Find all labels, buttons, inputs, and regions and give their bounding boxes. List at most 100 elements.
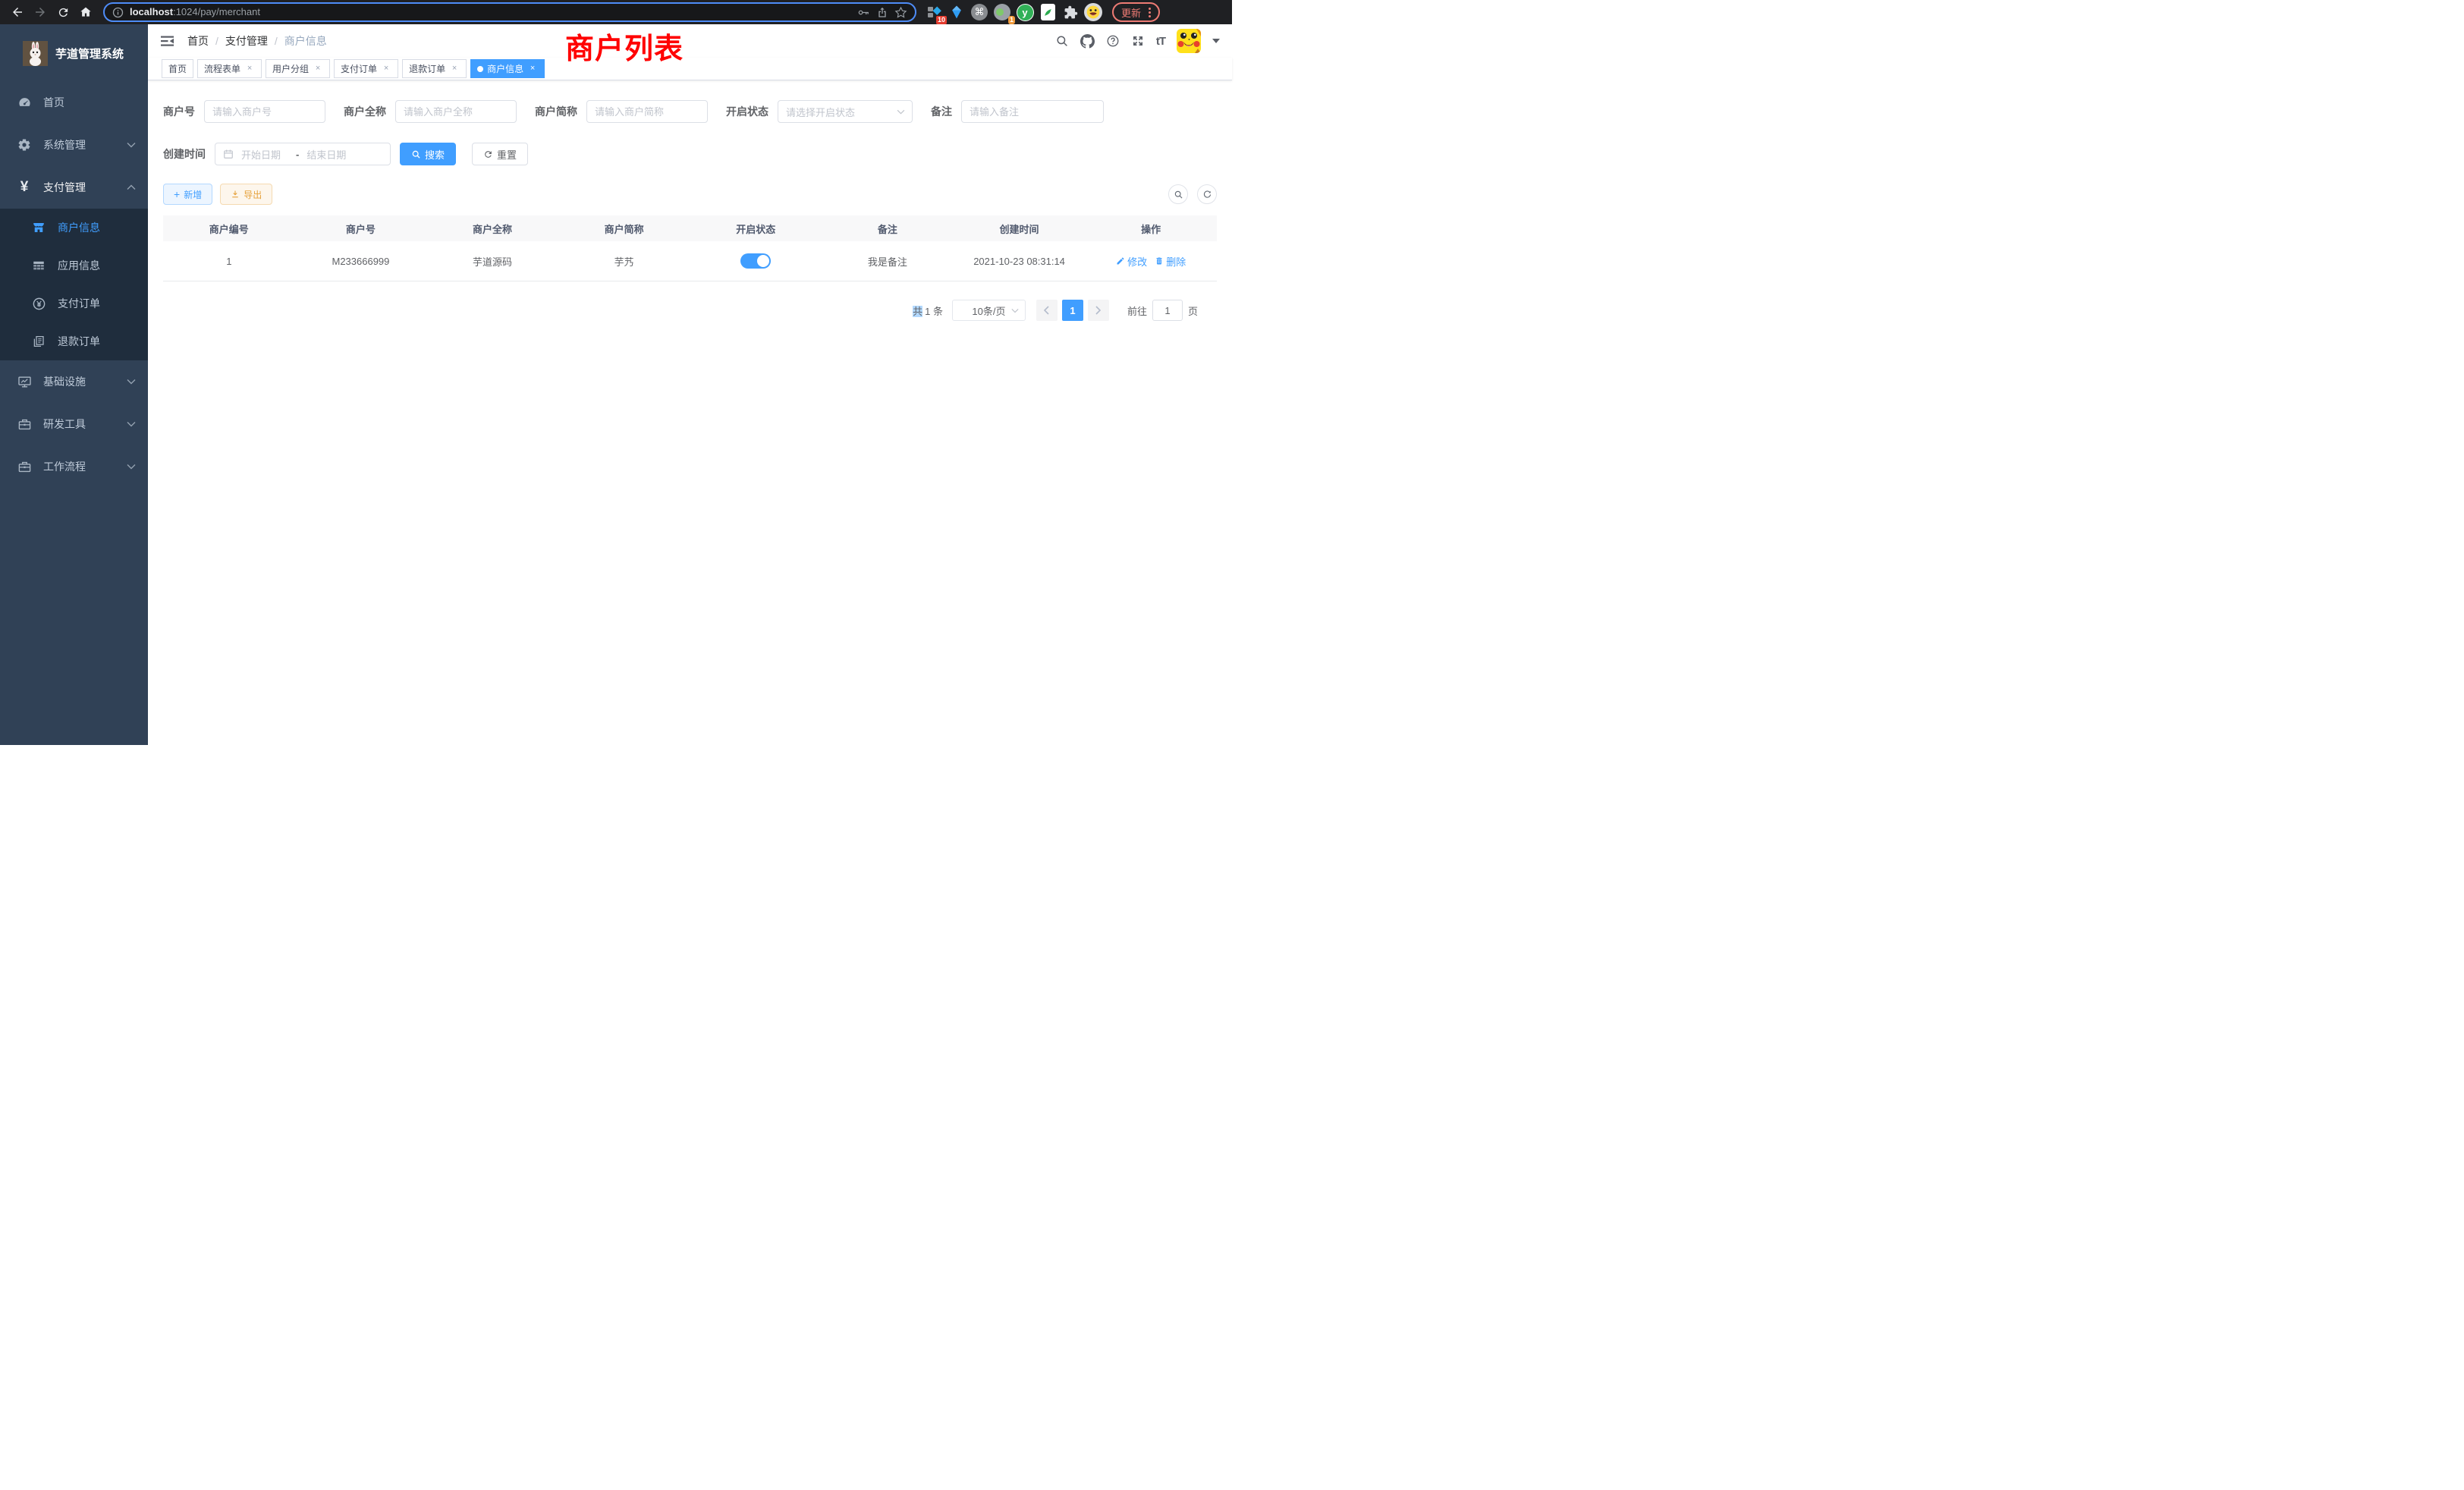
url-host: localhost bbox=[130, 6, 173, 17]
col-header: 操作 bbox=[1085, 222, 1217, 236]
prev-page-button[interactable] bbox=[1036, 300, 1058, 321]
add-button[interactable]: + 新增 bbox=[163, 184, 212, 205]
breadcrumb: 首页 / 支付管理 / 商户信息 bbox=[187, 33, 327, 49]
goto-label: 前往 bbox=[1127, 303, 1147, 318]
sidebar-item-infrastructure[interactable]: 基础设施 bbox=[0, 360, 148, 403]
tag-home[interactable]: 首页 bbox=[162, 59, 193, 78]
merchant-no-input[interactable] bbox=[204, 100, 325, 123]
search-icon[interactable] bbox=[1055, 34, 1069, 48]
fullscreen-icon[interactable] bbox=[1131, 34, 1145, 48]
create-time-range-picker[interactable]: 开始日期 - 结束日期 bbox=[215, 143, 391, 165]
extension-yuque-icon[interactable]: y bbox=[1015, 2, 1035, 22]
sidebar-item-label: 首页 bbox=[43, 95, 64, 110]
sidebar-item-home[interactable]: 首页 bbox=[0, 81, 148, 124]
tag-label: 商户信息 bbox=[487, 62, 523, 75]
tag-pay-order[interactable]: 支付订单 × bbox=[334, 59, 398, 78]
close-icon[interactable]: × bbox=[313, 64, 323, 74]
remark-label: 备注 bbox=[931, 104, 952, 119]
pagination-total-highlight: 共 bbox=[913, 306, 922, 317]
browser-update-button[interactable]: 更新 bbox=[1112, 2, 1160, 22]
remark-input[interactable] bbox=[961, 100, 1104, 123]
extension-command-icon[interactable]: ⌘ bbox=[970, 2, 989, 22]
sidebar-item-refund-order[interactable]: 退款订单 bbox=[0, 322, 148, 360]
sidebar-submenu-payment: 商户信息 应用信息 支付订单 退款订单 bbox=[0, 209, 148, 360]
page-suffix-label: 页 bbox=[1188, 303, 1198, 318]
collapse-sidebar-icon[interactable] bbox=[160, 33, 175, 49]
col-header: 商户全称 bbox=[426, 222, 558, 236]
browser-menu-dots-icon[interactable] bbox=[1149, 8, 1151, 17]
breadcrumb-home[interactable]: 首页 bbox=[187, 33, 209, 49]
full-name-input[interactable] bbox=[395, 100, 517, 123]
refresh-table-button[interactable] bbox=[1197, 184, 1217, 204]
sidebar-item-system[interactable]: 系统管理 bbox=[0, 124, 148, 166]
github-icon[interactable] bbox=[1080, 34, 1095, 49]
extension-profile-icon[interactable]: 1 bbox=[992, 2, 1012, 22]
refund-order-icon bbox=[30, 335, 47, 348]
user-avatar[interactable] bbox=[1177, 29, 1201, 53]
pay-order-icon bbox=[30, 297, 47, 311]
font-size-icon[interactable]: tT bbox=[1156, 35, 1165, 48]
next-page-button[interactable] bbox=[1088, 300, 1109, 321]
merchant-table: 商户编号 商户号 商户全称 商户简称 开启状态 备注 创建时间 操作 1 M23… bbox=[163, 215, 1217, 281]
user-caret-down-icon[interactable] bbox=[1212, 39, 1220, 43]
cell-create-time: 2021-10-23 08:31:14 bbox=[954, 256, 1086, 267]
table-row: 1 M233666999 芋道源码 芋艿 我是备注 2021-10-23 08:… bbox=[163, 241, 1217, 281]
sidebar-item-pay-order[interactable]: 支付订单 bbox=[0, 284, 148, 322]
page-size-select[interactable]: 10条/页 bbox=[952, 300, 1026, 321]
tag-label: 退款订单 bbox=[409, 62, 445, 75]
browser-reload-icon[interactable] bbox=[53, 3, 73, 21]
sidebar-logo: 芋道管理系统 bbox=[0, 24, 148, 81]
short-name-input[interactable] bbox=[586, 100, 708, 123]
filter-row-2: 创建时间 开始日期 - 结束日期 搜索 重置 bbox=[163, 143, 1217, 165]
bookmark-star-icon[interactable] bbox=[894, 6, 907, 19]
page-size-value: 10条/页 bbox=[972, 303, 1005, 318]
share-icon[interactable] bbox=[876, 6, 888, 18]
browser-back-icon[interactable] bbox=[8, 3, 27, 21]
close-icon[interactable]: × bbox=[527, 64, 538, 74]
filter-row-1: 商户号 商户全称 商户简称 开启状态 请选择开启状态 bbox=[163, 100, 1217, 123]
sidebar-item-label: 商户信息 bbox=[58, 220, 100, 235]
browser-toolbar: localhost:1024/pay/merchant 10 ⌘ 1 y bbox=[0, 0, 1232, 24]
sidebar-item-workflow[interactable]: 工作流程 bbox=[0, 445, 148, 488]
status-toggle[interactable] bbox=[740, 253, 771, 269]
address-bar[interactable]: localhost:1024/pay/merchant bbox=[103, 2, 916, 22]
delete-link-label: 删除 bbox=[1166, 254, 1186, 269]
browser-forward-icon[interactable] bbox=[30, 3, 50, 21]
extension-gem-icon[interactable] bbox=[947, 2, 966, 22]
tag-process-form[interactable]: 流程表单 × bbox=[197, 59, 262, 78]
edit-link-label: 修改 bbox=[1127, 254, 1147, 269]
status-select[interactable]: 请选择开启状态 bbox=[778, 100, 913, 123]
delete-link[interactable]: 删除 bbox=[1155, 254, 1186, 269]
show-search-toggle-button[interactable] bbox=[1168, 184, 1188, 204]
browser-profile-emoji-icon[interactable] bbox=[1083, 2, 1103, 22]
tag-merchant-info[interactable]: 商户信息 × bbox=[470, 59, 545, 78]
breadcrumb-separator: / bbox=[215, 35, 218, 47]
tag-user-group[interactable]: 用户分组 × bbox=[266, 59, 330, 78]
sidebar-item-merchant-info[interactable]: 商户信息 bbox=[0, 209, 148, 247]
table-toolbar: + 新增 导出 bbox=[163, 184, 1217, 205]
extension-tab-manager-icon[interactable]: 10 bbox=[924, 2, 944, 22]
sidebar-item-payment[interactable]: ¥ 支付管理 bbox=[0, 166, 148, 209]
page-number-1[interactable]: 1 bbox=[1062, 300, 1083, 321]
export-button[interactable]: 导出 bbox=[220, 184, 272, 205]
close-icon[interactable]: × bbox=[449, 64, 460, 74]
site-info-icon[interactable] bbox=[112, 7, 124, 18]
help-icon[interactable] bbox=[1106, 34, 1120, 48]
reset-button[interactable]: 重置 bbox=[472, 143, 528, 165]
close-icon[interactable]: × bbox=[381, 64, 391, 74]
dashboard-icon bbox=[16, 96, 33, 110]
edit-link[interactable]: 修改 bbox=[1116, 254, 1147, 269]
extension-notes-icon[interactable] bbox=[1038, 2, 1058, 22]
tag-refund-order[interactable]: 退款订单 × bbox=[402, 59, 467, 78]
goto-page-input[interactable] bbox=[1152, 300, 1183, 321]
password-key-icon[interactable] bbox=[857, 6, 870, 19]
browser-home-icon[interactable] bbox=[76, 3, 96, 21]
sidebar-item-dev-tools[interactable]: 研发工具 bbox=[0, 403, 148, 445]
sidebar-item-app-info[interactable]: 应用信息 bbox=[0, 247, 148, 284]
breadcrumb-payment[interactable]: 支付管理 bbox=[225, 33, 268, 49]
search-button[interactable]: 搜索 bbox=[400, 143, 456, 165]
close-icon[interactable]: × bbox=[244, 64, 255, 74]
col-header: 商户编号 bbox=[163, 222, 295, 236]
breadcrumb-separator: / bbox=[275, 35, 278, 47]
extensions-puzzle-icon[interactable] bbox=[1061, 2, 1080, 22]
